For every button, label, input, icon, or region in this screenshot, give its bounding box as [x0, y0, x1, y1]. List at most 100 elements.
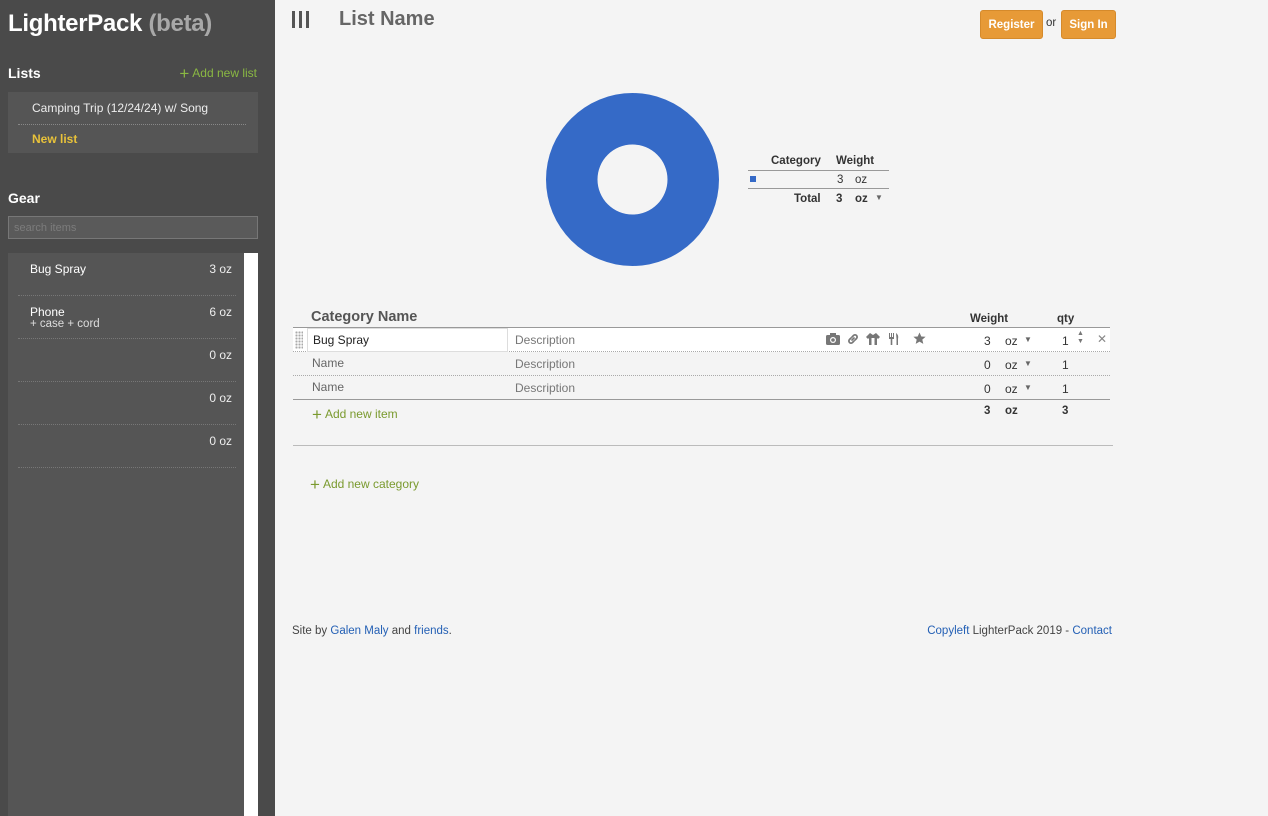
list-item[interactable]: Camping Trip (12/24/24) w/ Song — [18, 92, 246, 125]
sidebar: LighterPack (beta) Lists + Add new list C… — [0, 0, 275, 816]
item-qty-input[interactable]: 1 — [1062, 382, 1069, 396]
gear-item[interactable]: 0 oz — [18, 425, 236, 468]
brand-logo: LighterPack (beta) — [8, 10, 212, 38]
gear-item-weight: 0 oz — [209, 348, 232, 362]
add-new-category-button[interactable]: + Add new category — [310, 475, 419, 495]
summary-row-weight: 3 — [837, 174, 844, 186]
lists-container: Camping Trip (12/24/24) w/ Song New list — [8, 92, 258, 153]
gear-item-weight: 3 oz — [209, 262, 232, 276]
item-unit-select[interactable]: oz — [1005, 334, 1018, 348]
item-name-input[interactable]: Bug Spray — [307, 328, 508, 352]
gear-item-name: Phone — [30, 305, 65, 319]
gear-item[interactable]: 0 oz — [18, 339, 236, 382]
gear-item-description: + case + cord — [30, 318, 100, 330]
item-qty-input[interactable]: 1 — [1062, 334, 1069, 348]
chevron-down-icon[interactable]: ▼ — [1024, 383, 1032, 392]
brand-beta: (beta) — [148, 10, 213, 37]
summary-total-row: Total 3 oz ▼ — [748, 189, 889, 209]
add-new-list-button[interactable]: + Add new list — [179, 64, 257, 84]
add-new-list-label: Add new list — [192, 66, 257, 80]
footer-copyleft: Copyleft LighterPack 2019 - Contact — [927, 625, 1112, 637]
camera-icon[interactable] — [825, 332, 841, 349]
category-col-weight: Weight — [970, 313, 1009, 325]
category-total-qty: 3 — [1062, 405, 1069, 417]
add-new-item-label: Add new item — [324, 407, 398, 421]
summary-total-label: Total — [794, 193, 821, 205]
chevron-down-icon[interactable]: ▼ — [1024, 359, 1032, 368]
gear-item[interactable]: Bug Spray 3 oz — [18, 253, 236, 296]
lists-heading: Lists — [8, 65, 41, 81]
footer-period: . — [448, 625, 452, 637]
add-new-item-button[interactable]: + Add new item — [312, 405, 398, 425]
category-total-unit: oz — [1005, 405, 1018, 417]
search-items-input[interactable] — [8, 216, 258, 239]
item-row: Bug Spray Description 3 oz ▼ 1 ▲ ▼ ✕ — [293, 328, 1110, 352]
category-col-qty: qty — [1057, 313, 1075, 325]
menu-icon[interactable] — [292, 11, 312, 28]
gear-item-weight: 0 oz — [209, 391, 232, 405]
gear-item-weight: 6 oz — [209, 305, 232, 319]
footer-site-by: Site by — [292, 625, 328, 637]
item-name-input[interactable]: Name — [307, 352, 508, 376]
category-divider-bottom — [293, 445, 1113, 446]
chevron-down-icon[interactable]: ▼ — [875, 193, 883, 202]
item-unit-select[interactable]: oz — [1005, 382, 1018, 396]
item-row: Name Description 0 oz ▼ 1 — [293, 376, 1110, 400]
summary-total-unit-select[interactable]: oz — [855, 193, 868, 205]
summary-header: Category Weight — [748, 154, 889, 171]
summary-col-weight: Weight — [836, 155, 875, 167]
star-icon[interactable] — [913, 332, 926, 348]
item-weight-input[interactable]: 0 — [984, 358, 991, 372]
qty-stepper-icon[interactable]: ▲ ▼ — [1077, 330, 1084, 346]
add-new-category-label: Add new category — [322, 477, 419, 491]
summary-total-weight: 3 — [836, 193, 843, 205]
summary-col-category: Category — [771, 155, 821, 167]
plus-icon: + — [312, 405, 322, 424]
item-name-input[interactable]: Name — [307, 376, 508, 400]
main-content: List Name Register or Sign In Category W… — [275, 0, 1268, 816]
gear-list: Bug Spray 3 oz Phone + case + cord 6 oz … — [8, 253, 244, 816]
consumable-icon[interactable] — [888, 332, 900, 349]
category-color-swatch — [750, 176, 756, 182]
gear-item-name: Bug Spray — [30, 262, 87, 276]
summary-row: 3 oz — [748, 171, 889, 189]
drag-handle-icon[interactable] — [295, 331, 303, 349]
item-description-input[interactable]: Description — [515, 328, 575, 352]
or-text: or — [1046, 17, 1057, 29]
gear-item[interactable]: 0 oz — [18, 382, 236, 425]
category-name[interactable]: Category Name — [311, 309, 417, 325]
donut-slice[interactable] — [546, 93, 719, 266]
gear-heading: Gear — [8, 190, 40, 206]
item-description-input[interactable]: Description — [515, 376, 575, 400]
plus-icon: + — [310, 475, 320, 494]
worn-icon[interactable] — [865, 332, 881, 349]
brand-name: LighterPack — [8, 10, 143, 37]
footer-copyright-text: LighterPack 2019 - — [972, 625, 1070, 637]
friends-link[interactable]: friends — [414, 625, 449, 637]
chevron-down-icon[interactable]: ▼ — [1024, 335, 1032, 344]
item-row: Name Description 0 oz ▼ 1 — [293, 352, 1110, 376]
gear-item-weight: 0 oz — [209, 434, 232, 448]
item-description-input[interactable]: Description — [515, 352, 575, 376]
weight-donut-chart — [546, 93, 719, 266]
item-qty-input[interactable]: 1 — [1062, 358, 1069, 372]
summary-row-unit: oz — [855, 174, 868, 186]
sign-in-button[interactable]: Sign In — [1061, 10, 1116, 39]
gear-item[interactable]: Phone + case + cord 6 oz — [18, 296, 236, 339]
footer-credits: Site by Galen Maly and friends. — [292, 625, 452, 637]
plus-icon: + — [179, 64, 190, 83]
copyleft-link[interactable]: Copyleft — [927, 625, 969, 637]
item-weight-input[interactable]: 3 — [984, 334, 991, 348]
register-button[interactable]: Register — [980, 10, 1043, 39]
link-icon[interactable] — [846, 332, 860, 349]
contact-link[interactable]: Contact — [1072, 625, 1112, 637]
item-unit-select[interactable]: oz — [1005, 358, 1018, 372]
weight-summary-table: Category Weight 3 oz Total 3 oz ▼ — [748, 154, 889, 209]
list-item-new[interactable]: New list — [18, 125, 246, 153]
footer-and: and — [391, 625, 411, 637]
author-link[interactable]: Galen Maly — [330, 625, 388, 637]
gear-list-scrollbar[interactable] — [244, 253, 258, 816]
item-weight-input[interactable]: 0 — [984, 382, 991, 396]
close-icon[interactable]: ✕ — [1097, 332, 1107, 346]
list-name-title[interactable]: List Name — [339, 8, 435, 31]
